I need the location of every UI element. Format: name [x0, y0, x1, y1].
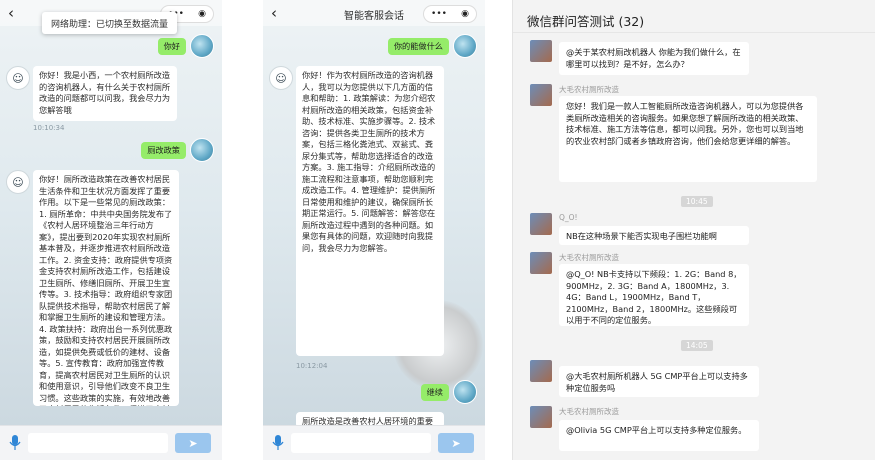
group-message: @Olivia 5G CMP平台上可以支持多种定位服务。	[559, 420, 759, 451]
group-chat-panel: 微信群问答测试 (32) @关于某农村厕改机器人 你能为我们做什么，在哪里可以找…	[512, 0, 875, 460]
group-message: @大毛农村厕所机器人 5G CMP平台上可以支持多种定位服务吗	[559, 366, 759, 397]
time-divider: 10:45	[681, 196, 713, 207]
message-time: 10:12:04	[296, 362, 328, 370]
group-message: @Q_O! NB卡支持以下频段：1. 2G：Band 8，900MHz，2. 3…	[559, 264, 749, 326]
member-name: 大毛农村厕所改造	[559, 85, 619, 94]
bot-message: 你好！我是小西，一个农村厕所改造的咨询机器人，有什么关于农村厕所改造的问题都可以…	[33, 66, 177, 121]
member-avatar	[530, 360, 552, 382]
member-name: 大毛农村厕所改造	[559, 253, 619, 262]
user-avatar	[453, 380, 477, 404]
close-circle-icon[interactable]: ◉	[198, 9, 206, 19]
send-icon: ➤	[451, 436, 461, 450]
microphone-icon[interactable]	[9, 435, 21, 451]
bot-message: 你好！作为农村厕所改造的咨询机器人，我可以为您提供以下几方面的信息和帮助：1. …	[296, 66, 444, 356]
message-input[interactable]	[28, 433, 168, 453]
message-time: 10:10:34	[33, 124, 65, 132]
user-message: 你的能做什么	[387, 38, 449, 55]
send-button[interactable]: ➤	[438, 433, 474, 453]
send-icon: ➤	[188, 436, 198, 450]
input-bar: ➤	[0, 425, 222, 460]
network-toast: 网络助理：已切换至数据流量	[42, 12, 177, 34]
user-message: 你好	[157, 38, 186, 55]
message-input[interactable]	[291, 433, 431, 453]
user-avatar	[190, 34, 214, 58]
group-message: NB在这种场景下能否实现电子围栏功能啊	[559, 226, 749, 245]
more-icon[interactable]: •••	[431, 9, 447, 19]
member-name: Q_O!	[559, 213, 578, 222]
bot-message: 你好！厕所改造政策在改善农村居民生活条件和卫生状况方面发挥了重要作用。以下是一些…	[33, 170, 179, 406]
back-arrow-icon[interactable]: ‹	[8, 4, 14, 22]
input-bar: ➤	[263, 425, 485, 460]
group-message: 您好！我们是一款人工智能厕所改造咨询机器人，可以为您提供各类厕所改造相关的咨询服…	[559, 96, 817, 182]
left-phone-screen: ‹ •••◉ 网络助理：已切换至数据流量 你好 ☺ 你好！我是小西，一个农村厕所…	[0, 0, 222, 460]
member-avatar	[530, 406, 552, 428]
bot-avatar: ☺	[6, 66, 30, 90]
member-avatar	[530, 252, 552, 274]
microphone-icon[interactable]	[272, 435, 284, 451]
user-avatar	[190, 138, 214, 162]
user-message: 厕改政策	[141, 142, 186, 159]
member-avatar	[530, 213, 552, 235]
user-avatar	[453, 34, 477, 58]
bot-avatar: ☺	[6, 170, 30, 194]
bot-avatar: ☺	[269, 66, 293, 90]
capsule-menu[interactable]: ••• ◉	[423, 5, 477, 23]
member-avatar	[530, 40, 552, 62]
title-divider	[513, 32, 875, 33]
member-name: 大毛农村厕所改造	[559, 407, 619, 416]
close-circle-icon[interactable]: ◉	[461, 9, 469, 19]
top-bar: ‹ 智能客服会话 ••• ◉	[263, 0, 485, 26]
send-button[interactable]: ➤	[175, 433, 211, 453]
time-divider: 14:05	[681, 340, 713, 351]
middle-phone-screen: ‹ 智能客服会话 ••• ◉ 你的能做什么 ☺ 你好！作为农村厕所改造的咨询机器人…	[263, 0, 485, 460]
member-avatar	[530, 84, 552, 106]
group-title: 微信群问答测试 (32)	[527, 14, 645, 29]
user-message: 继续	[420, 384, 449, 401]
group-message: @关于某农村厕改机器人 你能为我们做什么，在哪里可以找到？是不好，怎么办？	[559, 42, 749, 75]
